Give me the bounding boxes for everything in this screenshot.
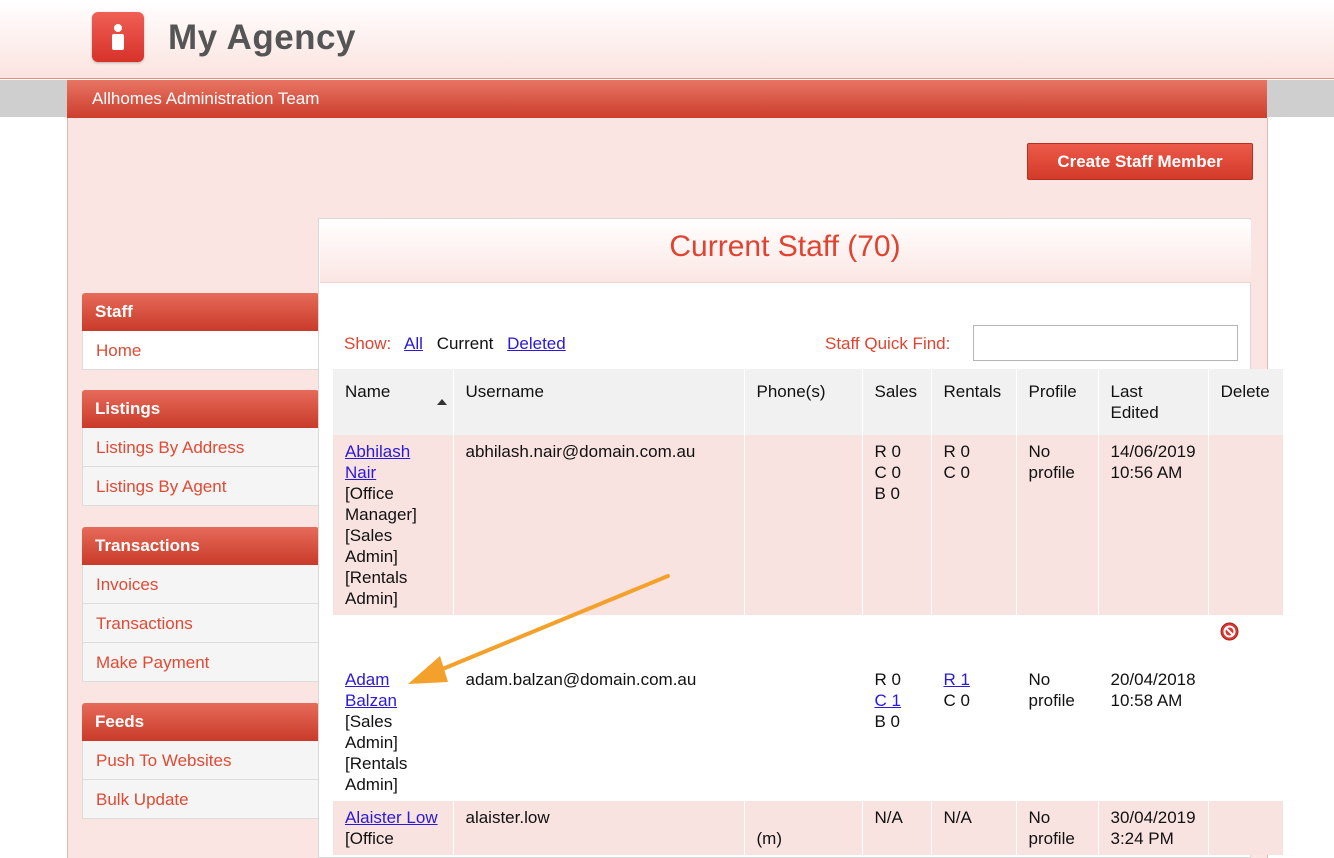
phone-cell bbox=[744, 435, 863, 615]
sidebar-item-home[interactable]: Home bbox=[82, 331, 319, 370]
sales-cell: R 0 C 1 B 0 bbox=[862, 615, 932, 801]
show-filter: Show: All Current Deleted bbox=[344, 334, 575, 354]
table-row: Alaister Low [Office alaister.low (m) N/… bbox=[333, 801, 1284, 855]
sidebar-heading-staff: Staff bbox=[82, 293, 319, 331]
staff-role: [Office bbox=[345, 484, 394, 503]
sidebar-item-bulk-update[interactable]: Bulk Update bbox=[82, 780, 319, 819]
column-header-rentals[interactable]: Rentals bbox=[931, 369, 1017, 435]
username-cell: adam.balzan@domain.com.au bbox=[453, 615, 745, 801]
last-edited-cell: 14/06/2019 10:56 AM bbox=[1098, 435, 1209, 615]
username-cell: abhilash.nair@domain.com.au bbox=[453, 435, 745, 615]
table-row: Adam Balzan [Sales Admin] [Rentals Admin]… bbox=[333, 615, 1284, 801]
profile-cell: No profile bbox=[1016, 615, 1099, 801]
team-name: Allhomes Administration Team bbox=[92, 89, 320, 108]
filter-all-link[interactable]: All bbox=[404, 334, 423, 353]
last-edited-cell: 30/04/2019 3:24 PM bbox=[1098, 801, 1209, 855]
column-header-phones[interactable]: Phone(s) bbox=[744, 369, 863, 435]
sort-ascending-icon[interactable] bbox=[437, 399, 447, 405]
delete-cell bbox=[1208, 615, 1284, 801]
column-header-delete: Delete bbox=[1208, 369, 1284, 435]
column-header-profile[interactable]: Profile bbox=[1016, 369, 1099, 435]
staff-role: [Office bbox=[345, 829, 394, 848]
sidebar-group-staff: Staff Home bbox=[82, 293, 319, 370]
sidebar-item-listings-by-address[interactable]: Listings By Address bbox=[82, 428, 319, 467]
profile-cell: No profile bbox=[1016, 801, 1099, 855]
staff-table: Name Username Phone(s) Sales Rentals Pro… bbox=[333, 369, 1284, 855]
sidebar-item-transactions[interactable]: Transactions bbox=[82, 604, 319, 643]
sales-cell: R 0C 0B 0 bbox=[862, 435, 932, 615]
sidebar-heading-transactions: Transactions bbox=[82, 527, 319, 565]
rentals-cell: R 1 C 0 bbox=[931, 615, 1017, 801]
staff-name-cell: Alaister Low [Office bbox=[333, 801, 454, 855]
column-header-name[interactable]: Name bbox=[333, 369, 454, 435]
page-title: Current Staff (70) bbox=[669, 230, 901, 263]
phone-cell: (m) bbox=[744, 801, 863, 855]
staff-role: Admin] bbox=[345, 547, 398, 566]
staff-quick-find-input[interactable] bbox=[973, 325, 1238, 361]
delete-cell bbox=[1208, 435, 1284, 615]
app-title: My Agency bbox=[168, 18, 356, 57]
quick-find-label: Staff Quick Find: bbox=[825, 334, 951, 353]
staff-role: [Rentals bbox=[345, 754, 408, 773]
sidebar-heading-listings: Listings bbox=[82, 390, 319, 428]
username-cell: alaister.low bbox=[453, 801, 745, 855]
delete-cell bbox=[1208, 801, 1284, 855]
staff-name-link[interactable]: Alaister Low bbox=[345, 807, 441, 828]
last-edited-cell: 20/04/2018 10:58 AM bbox=[1098, 615, 1209, 801]
filter-current: Current bbox=[436, 334, 494, 353]
top-header: My Agency bbox=[0, 0, 1334, 79]
staff-role: Admin] bbox=[345, 775, 398, 794]
staff-role: Admin] bbox=[345, 589, 398, 608]
sidebar-group-listings: Listings Listings By Address Listings By… bbox=[82, 390, 319, 506]
delete-icon[interactable] bbox=[1220, 622, 1239, 641]
table-header-row: Name Username Phone(s) Sales Rentals Pro… bbox=[333, 369, 1284, 435]
sidebar-item-invoices[interactable]: Invoices bbox=[82, 565, 319, 604]
rentals-residential-link[interactable]: R 1 bbox=[944, 669, 1004, 690]
sidebar-item-make-payment[interactable]: Make Payment bbox=[82, 643, 319, 682]
column-header-sales[interactable]: Sales bbox=[862, 369, 932, 435]
sales-cell: N/A bbox=[862, 801, 932, 855]
create-staff-button[interactable]: Create Staff Member bbox=[1027, 143, 1253, 180]
staff-name-cell: Abhilash Nair [Office Manager] [Sales Adm… bbox=[333, 435, 454, 615]
profile-cell: No profile bbox=[1016, 435, 1099, 615]
agency-logo-icon[interactable] bbox=[92, 12, 144, 62]
staff-role: [Sales bbox=[345, 526, 393, 545]
sidebar-heading-feeds: Feeds bbox=[82, 703, 319, 741]
sidebar-item-push-to-websites[interactable]: Push To Websites bbox=[82, 741, 319, 780]
phone-cell bbox=[744, 615, 863, 801]
table-row: Abhilash Nair [Office Manager] [Sales Adm… bbox=[333, 435, 1284, 615]
sales-commercial-link[interactable]: C 1 bbox=[875, 690, 919, 711]
column-header-last-edited[interactable]: Last Edited bbox=[1098, 369, 1209, 435]
rentals-cell: N/A bbox=[931, 801, 1017, 855]
sidebar-group-feeds: Feeds Push To Websites Bulk Update bbox=[82, 703, 319, 819]
staff-name-link[interactable]: Abhilash Nair bbox=[345, 441, 441, 483]
staff-role: [Sales bbox=[345, 712, 393, 731]
show-label: Show: bbox=[344, 334, 392, 353]
sidebar-group-transactions: Transactions Invoices Transactions Make … bbox=[82, 527, 319, 682]
column-header-username[interactable]: Username bbox=[453, 369, 745, 435]
staff-name-cell: Adam Balzan [Sales Admin] [Rentals Admin] bbox=[333, 615, 454, 801]
staff-role: Manager] bbox=[345, 505, 417, 524]
rentals-cell: R 0C 0 bbox=[931, 435, 1017, 615]
sidebar-item-listings-by-agent[interactable]: Listings By Agent bbox=[82, 467, 319, 506]
staff-role: Admin] bbox=[345, 733, 398, 752]
staff-name-link[interactable]: Adam Balzan bbox=[345, 669, 441, 711]
filter-deleted-link[interactable]: Deleted bbox=[507, 334, 566, 353]
staff-role: [Rentals bbox=[345, 568, 408, 587]
